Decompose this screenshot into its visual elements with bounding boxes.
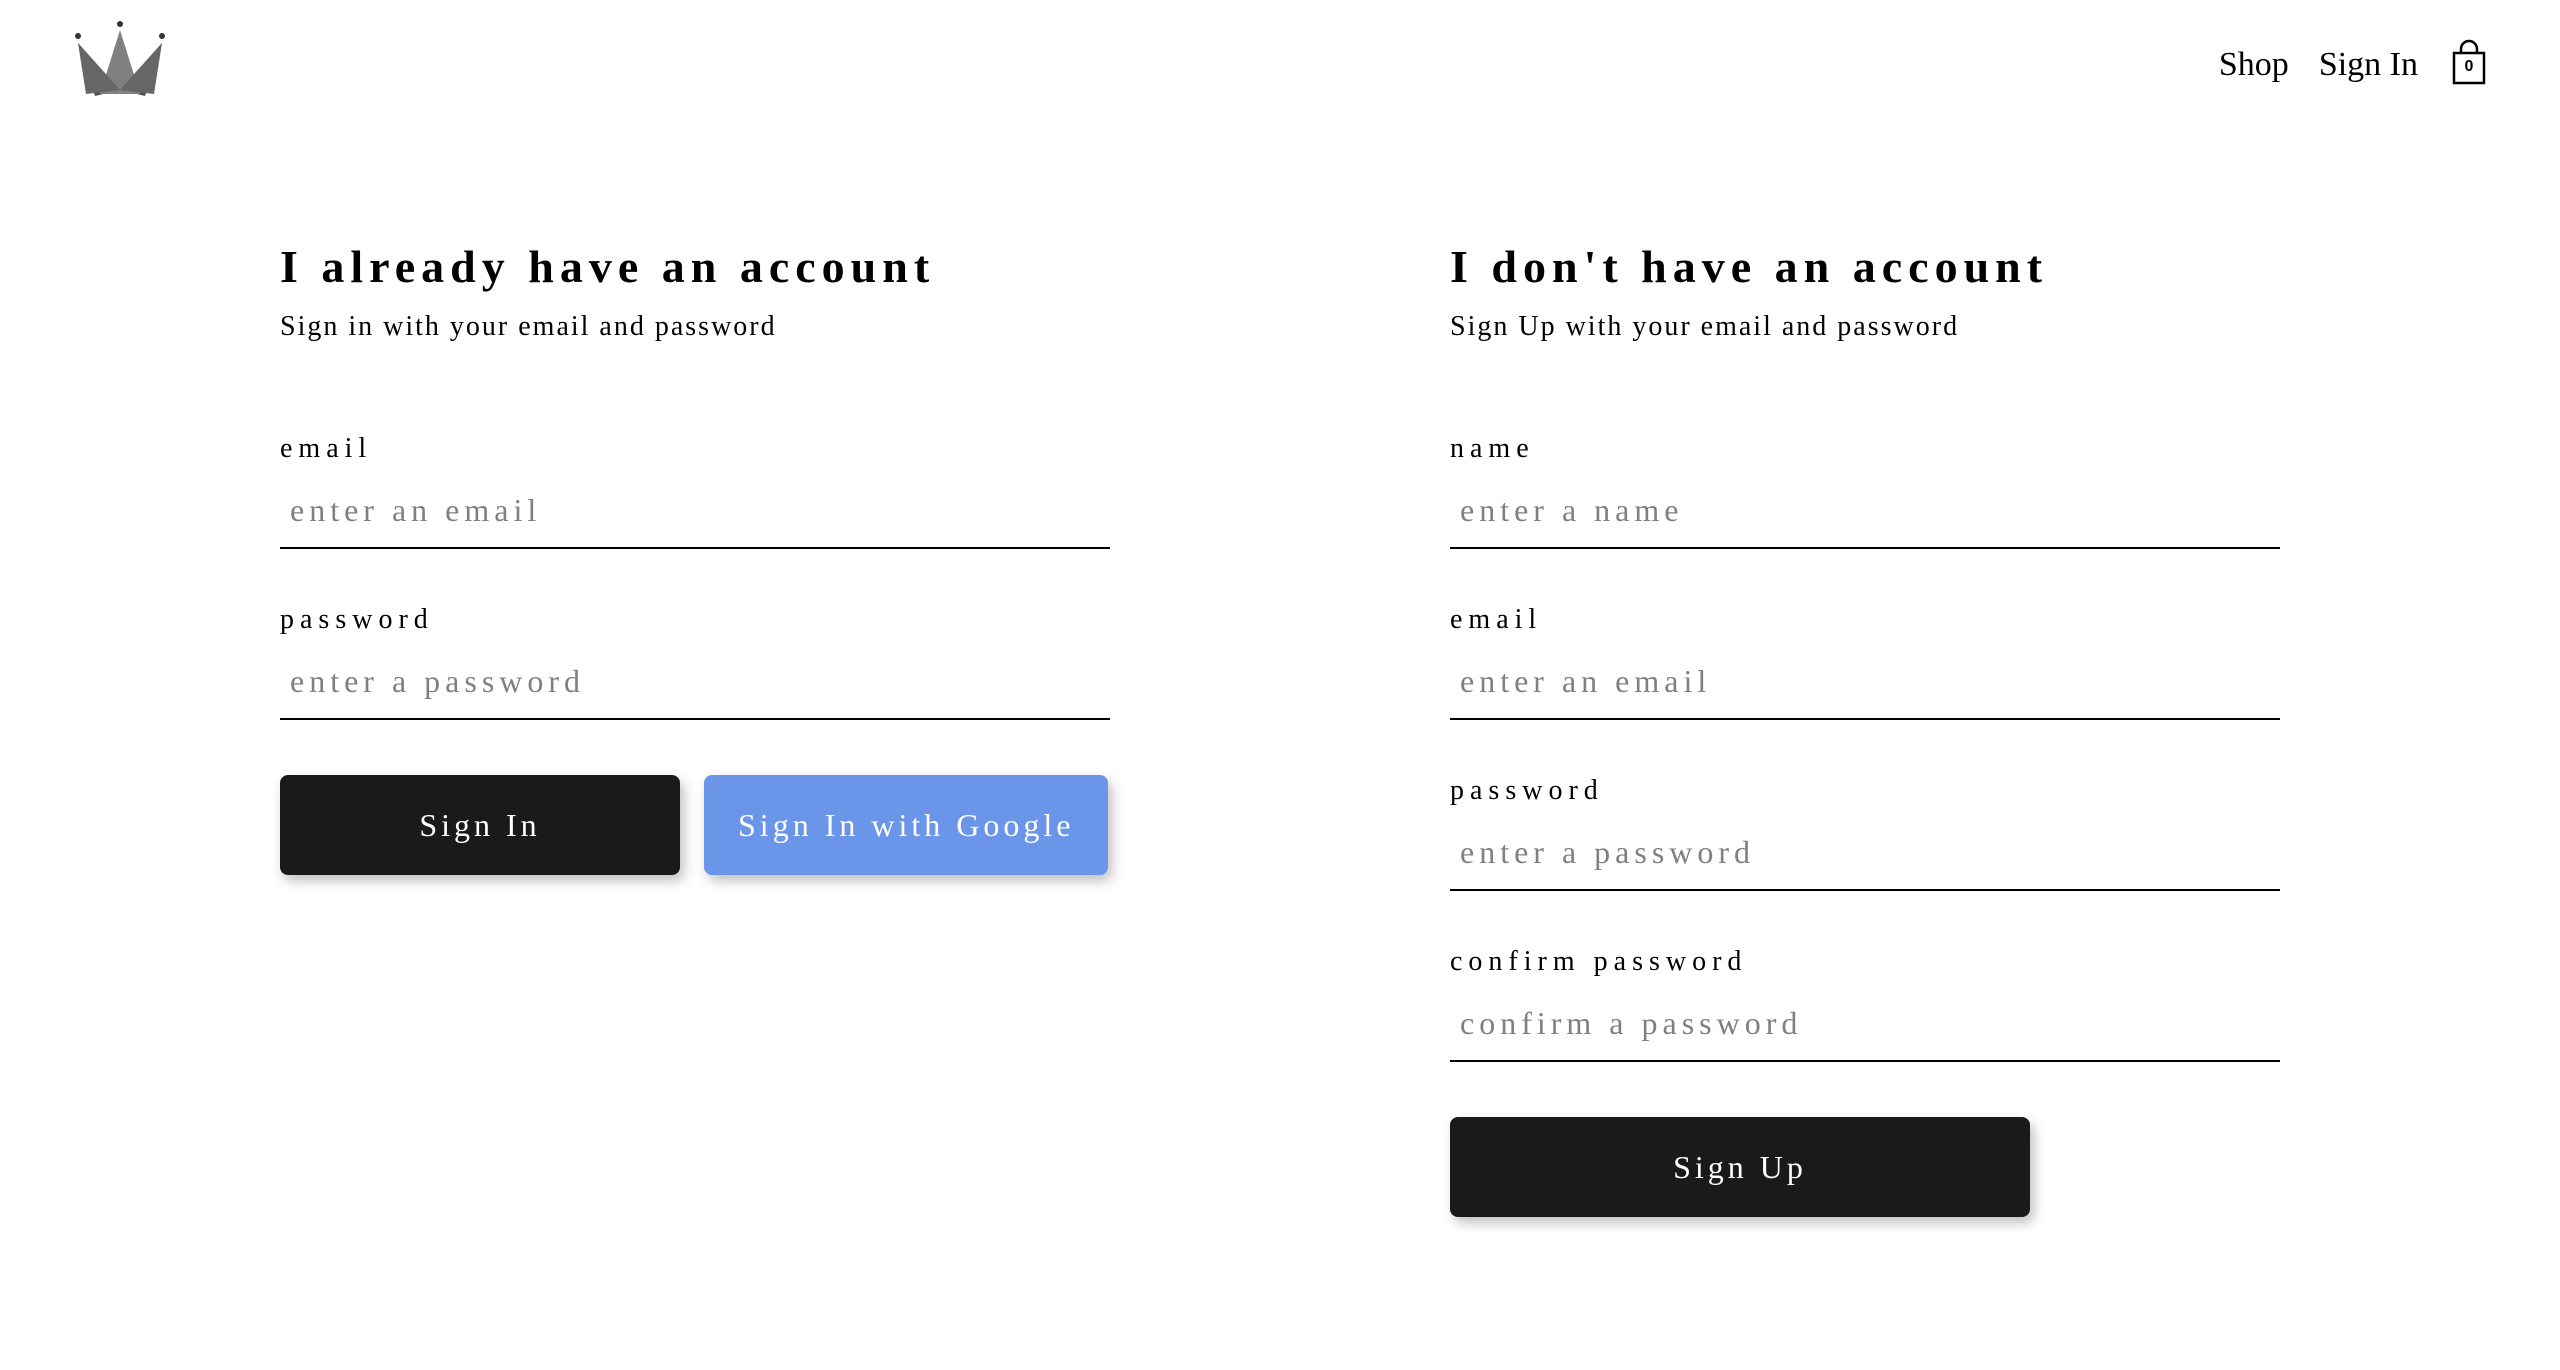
signin-email-label: email xyxy=(280,433,1110,465)
cart-count: 0 xyxy=(2465,58,2474,76)
signup-password-field: password xyxy=(1450,775,2280,891)
header: Shop Sign In 0 xyxy=(0,0,2560,130)
signin-button[interactable]: Sign In xyxy=(280,775,680,875)
signup-email-label: email xyxy=(1450,604,2280,636)
signin-google-button[interactable]: Sign In with Google xyxy=(704,775,1108,875)
signup-password-label: password xyxy=(1450,775,2280,807)
signup-name-label: name xyxy=(1450,433,2280,465)
signup-confirm-input[interactable] xyxy=(1450,993,2280,1062)
nav-signin[interactable]: Sign In xyxy=(2319,46,2418,84)
signin-email-input[interactable] xyxy=(280,480,1110,549)
signin-sub: Sign in with your email and password xyxy=(280,311,1110,343)
main: I already have an account Sign in with y… xyxy=(0,130,2560,1217)
signup-title: I don't have an account xyxy=(1450,240,2280,293)
signup-confirm-label: confirm password xyxy=(1450,946,2280,978)
signup-name-input[interactable] xyxy=(1450,480,2280,549)
signup-sub: Sign Up with your email and password xyxy=(1450,311,2280,343)
crown-icon xyxy=(70,95,170,112)
signup-section: I don't have an account Sign Up with you… xyxy=(1450,240,2280,1217)
nav-shop[interactable]: Shop xyxy=(2219,46,2289,84)
signup-name-field: name xyxy=(1450,433,2280,549)
signin-email-field: email xyxy=(280,433,1110,549)
signup-password-input[interactable] xyxy=(1450,822,2280,891)
signin-password-field: password xyxy=(280,604,1110,720)
signin-buttons: Sign In Sign In with Google xyxy=(280,775,1110,875)
signin-title: I already have an account xyxy=(280,240,1110,293)
nav-right: Shop Sign In 0 xyxy=(2219,41,2490,89)
signup-button[interactable]: Sign Up xyxy=(1450,1117,2030,1217)
signup-email-field: email xyxy=(1450,604,2280,720)
signin-section: I already have an account Sign in with y… xyxy=(280,240,1110,1217)
signin-password-input[interactable] xyxy=(280,651,1110,720)
cart-icon[interactable]: 0 xyxy=(2448,41,2490,89)
signup-confirm-field: confirm password xyxy=(1450,946,2280,1062)
signin-password-label: password xyxy=(280,604,1110,636)
signup-buttons: Sign Up xyxy=(1450,1117,2280,1217)
signup-email-input[interactable] xyxy=(1450,651,2280,720)
logo[interactable] xyxy=(70,18,170,113)
